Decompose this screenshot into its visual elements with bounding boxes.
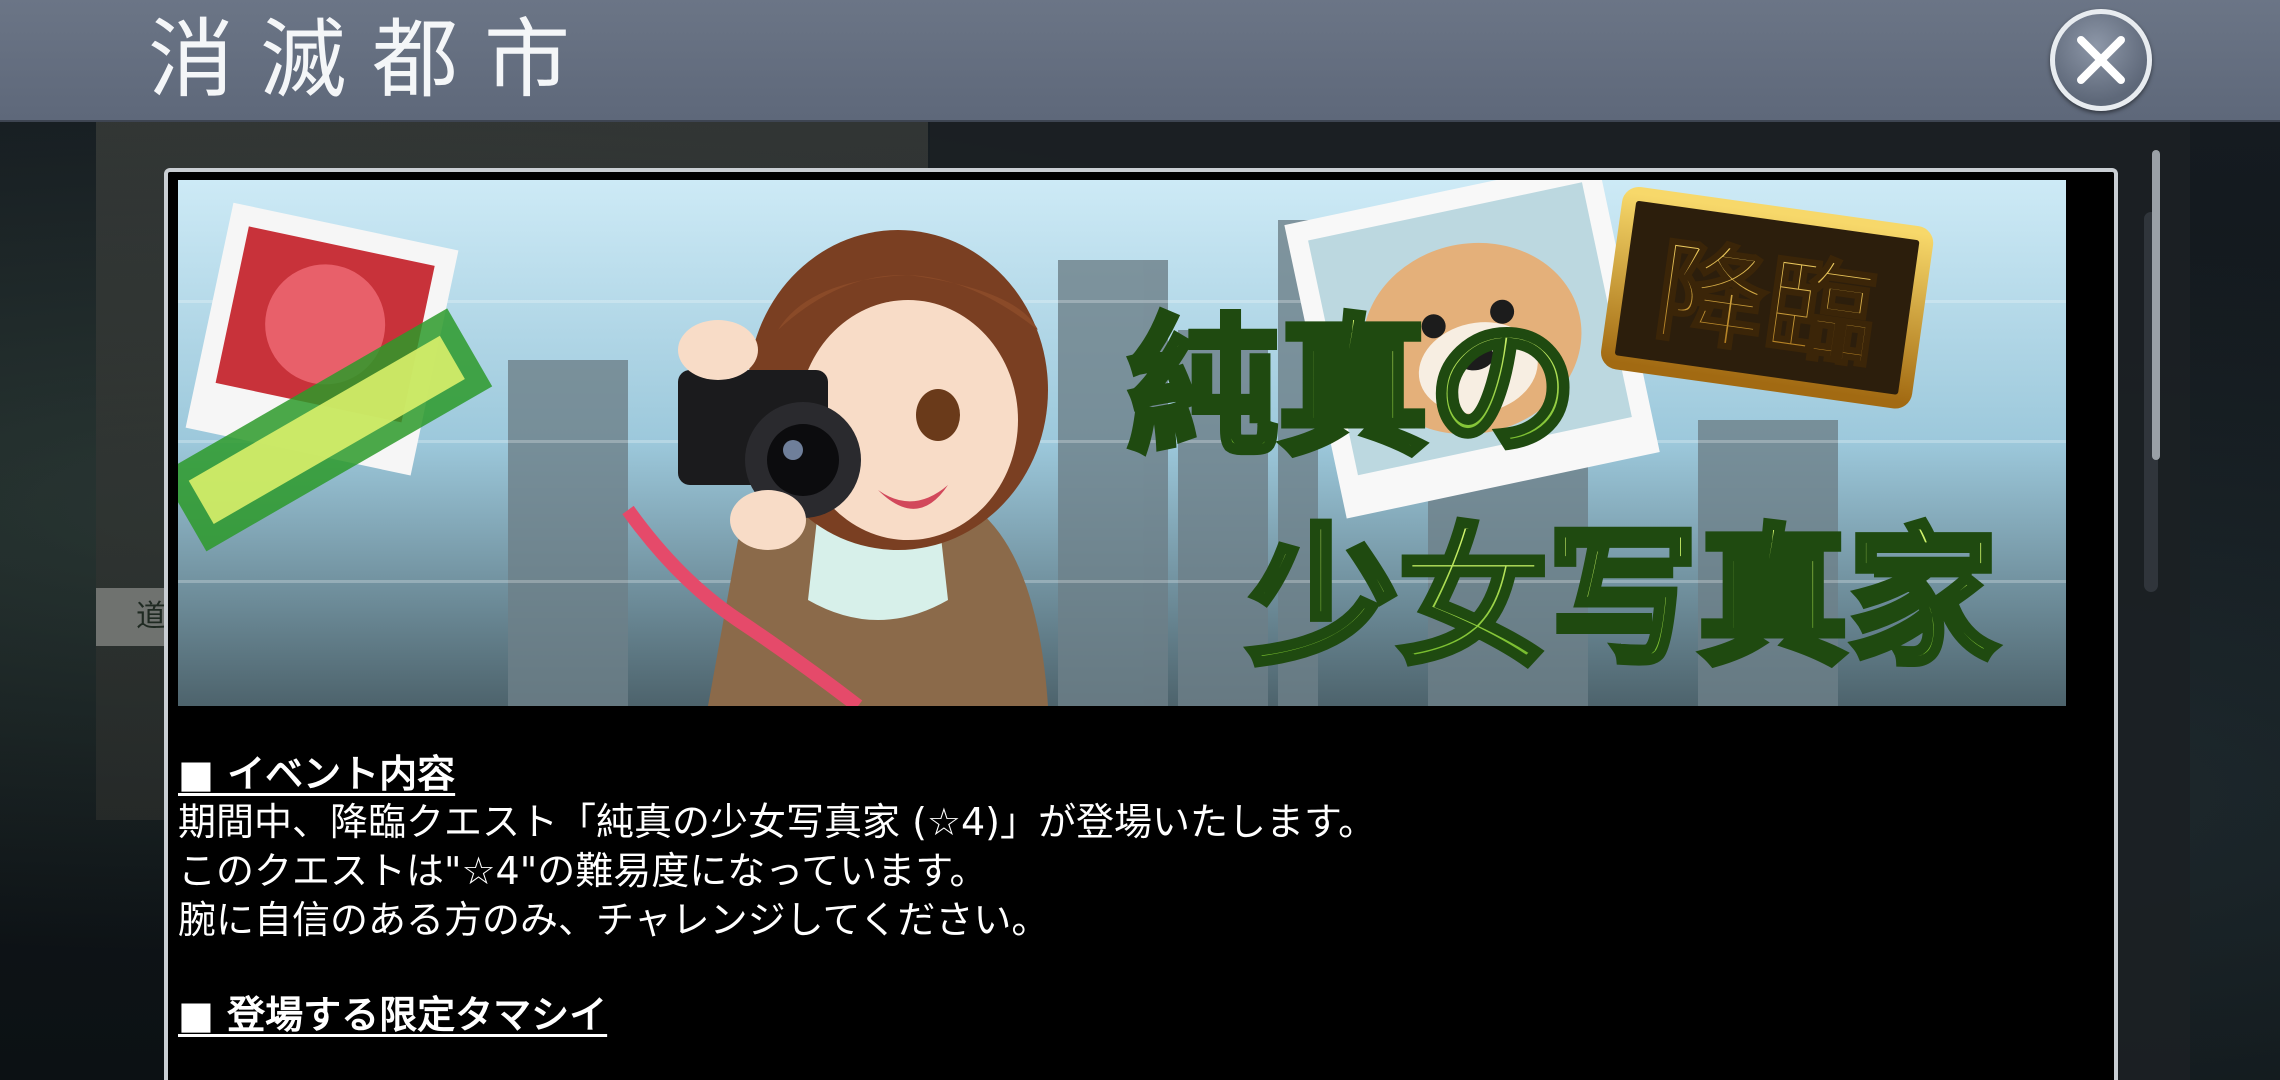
event-description: ■ イベント内容 期間中、降臨クエスト「純真の少女写真家 (☆4)」が登場いたし… [178, 750, 2038, 1039]
event-banner-art: 純真の 少女写真家 降臨 [178, 180, 2066, 706]
header-bar: 消滅都市 [0, 0, 2280, 122]
banner-title-line1: 純真の [1128, 300, 1578, 476]
description-line: このクエストは"☆4"の難易度になっています。 [178, 849, 988, 893]
close-button[interactable] [2050, 9, 2152, 111]
description-line: 期間中、降臨クエスト「純真の少女写真家 (☆4)」が登場いたします。 [178, 800, 1377, 844]
event-banner: 純真の 少女写真家 降臨 [178, 180, 2066, 706]
description-line: 腕に自信のある方のみ、チャレンジしてください。 [178, 898, 1050, 942]
section-heading-limited-souls: ■ 登場する限定タマシイ [178, 993, 608, 1037]
scrollbar-thumb[interactable] [2152, 150, 2160, 460]
banner-badge: 降臨 [1601, 186, 1934, 409]
section-heading-event-content: ■ イベント内容 [178, 752, 456, 796]
close-icon [2077, 36, 2125, 84]
event-notice-screen: 道 消滅都市 純真の 少女写真家 降臨 ■ イベント内容 期間中、降臨クエスト「… [0, 0, 2280, 1080]
banner-title-line2: 少女写真家 [1248, 510, 1998, 686]
app-title: 消滅都市 [148, 10, 596, 110]
